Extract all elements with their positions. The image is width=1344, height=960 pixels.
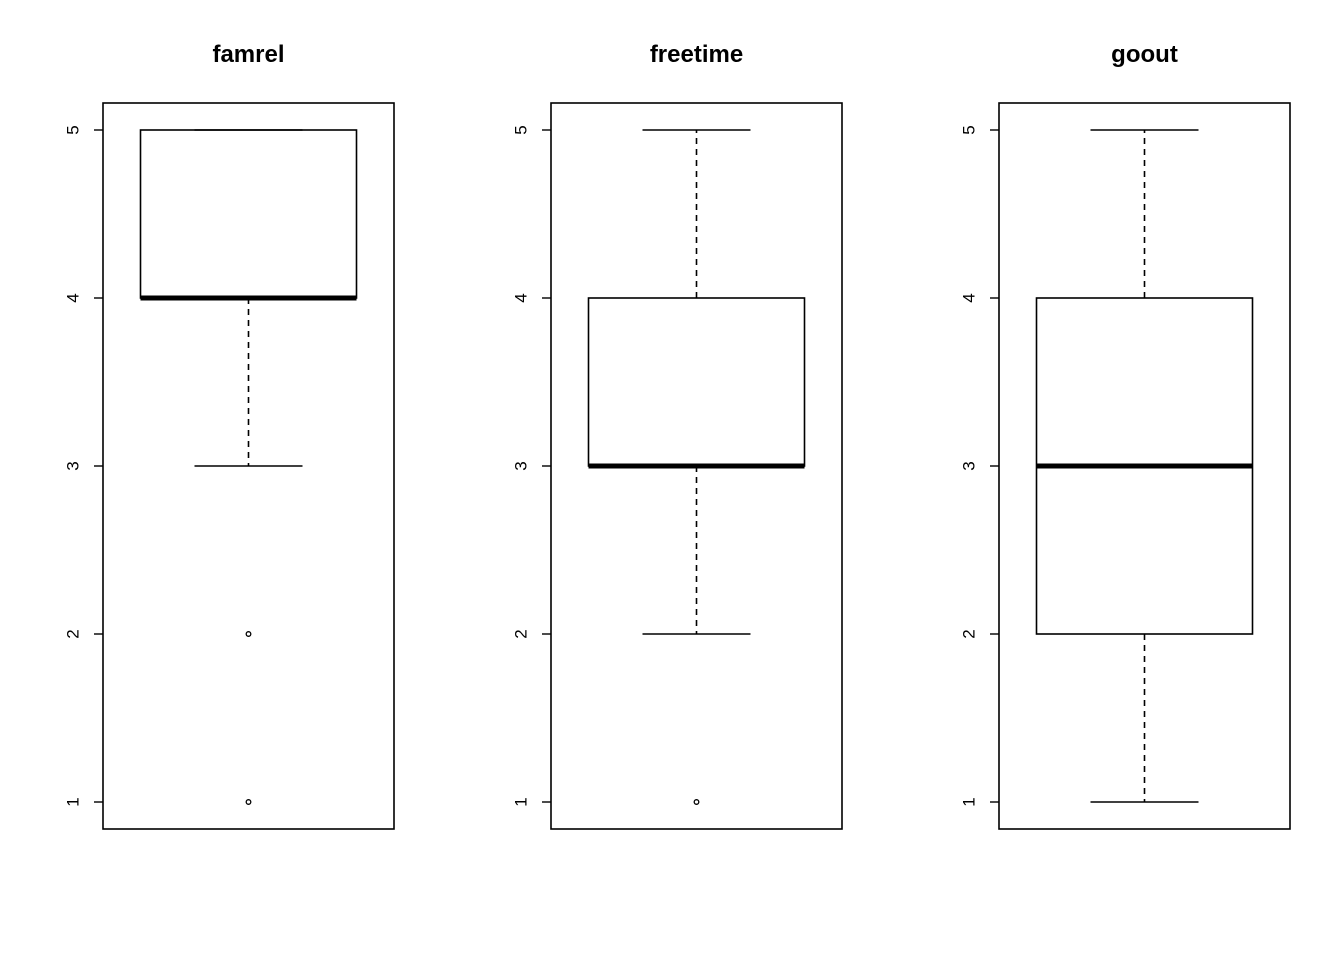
boxplot-figure: famrel 1 2 3 4 5 freetime 1 2 3 4 5 goout 1 2 3 4 5 xyxy=(64,41,1291,830)
y-tick-label: 4 xyxy=(512,293,531,302)
y-tick-label: 3 xyxy=(64,461,83,470)
panel-title: famrel xyxy=(212,41,284,68)
y-tick-label: 5 xyxy=(64,125,83,134)
outlier-point xyxy=(245,799,252,805)
panel-title: freetime xyxy=(650,41,743,68)
outlier-point xyxy=(693,799,700,805)
outlier-point xyxy=(245,631,252,637)
y-tick-label: 1 xyxy=(960,797,979,806)
iqr-box xyxy=(139,129,358,299)
y-tick-label: 2 xyxy=(64,629,83,638)
iqr-box xyxy=(587,297,806,467)
y-tick-label: 5 xyxy=(512,125,531,134)
y-tick-label: 4 xyxy=(960,293,979,302)
panel-famrel: famrel 1 2 3 4 5 xyxy=(64,41,395,830)
y-tick-label: 2 xyxy=(512,629,531,638)
y-tick-label: 5 xyxy=(960,125,979,134)
y-tick-label: 1 xyxy=(64,797,83,806)
panel-goout: goout 1 2 3 4 5 xyxy=(960,41,1291,830)
panel-freetime: freetime 1 2 3 4 5 xyxy=(512,41,843,830)
y-tick-label: 3 xyxy=(512,461,531,470)
y-tick-label: 4 xyxy=(64,293,83,302)
y-tick-label: 3 xyxy=(960,461,979,470)
y-tick-label: 1 xyxy=(512,797,531,806)
y-tick-label: 2 xyxy=(960,629,979,638)
panel-title: goout xyxy=(1111,41,1178,68)
